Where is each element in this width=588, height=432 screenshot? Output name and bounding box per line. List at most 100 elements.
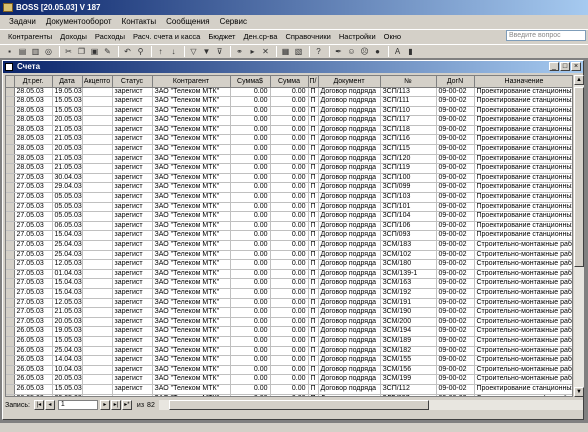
table-cell[interactable]: 0.00 xyxy=(230,288,271,299)
table-cell[interactable]: 26.05.03 xyxy=(14,384,53,395)
table-cell[interactable]: Проектирование станционных соор xyxy=(474,384,572,395)
table-cell[interactable]: 09-00-02 xyxy=(436,288,475,299)
table-cell[interactable]: Проектирование станционных соор xyxy=(474,163,572,174)
table-cell[interactable]: 25.04.03 xyxy=(52,250,83,261)
table-cell[interactable]: 28.05.03 xyxy=(14,115,53,126)
table-cell[interactable]: 0.00 xyxy=(230,221,271,232)
table-cell[interactable]: ЗСМ/191 xyxy=(380,298,437,309)
table-cell[interactable]: Строительно-монтажные работы по xyxy=(474,298,572,309)
table-cell[interactable]: П xyxy=(308,384,319,395)
row-selector[interactable] xyxy=(6,87,15,98)
table-cell[interactable]: ЗСМ/194 xyxy=(380,326,437,337)
table-cell[interactable]: 09-00-02 xyxy=(436,125,475,136)
table-cell[interactable]: Проектирование станционных соор xyxy=(474,115,572,126)
table-cell[interactable]: 09-00-02 xyxy=(436,192,475,203)
table-cell[interactable]: 21.05.03 xyxy=(52,134,83,146)
nav-expenses[interactable]: Расходы xyxy=(91,30,129,43)
table-cell[interactable]: 0.00 xyxy=(230,192,271,203)
close-button[interactable]: × xyxy=(571,62,581,71)
table-cell[interactable]: 0.00 xyxy=(270,182,309,194)
table-cell[interactable]: 0.00 xyxy=(230,87,271,98)
table-cell[interactable]: 09-00-02 xyxy=(436,269,475,280)
table-cell[interactable]: 0.00 xyxy=(230,307,271,318)
table-cell[interactable]: 09-00-02 xyxy=(436,221,475,232)
table-cell[interactable]: 09-00-02 xyxy=(436,134,475,146)
table-cell[interactable] xyxy=(82,87,113,98)
menu-contacts[interactable]: Контакты xyxy=(117,15,162,29)
table-row[interactable]: 27.05.03 29.04.03 зарегист ЗАО "Телеком МТК… xyxy=(6,182,572,194)
row-selector[interactable] xyxy=(6,144,15,155)
table-cell[interactable]: 0.00 xyxy=(230,355,271,366)
table-cell[interactable]: ЗСП/120 xyxy=(380,154,437,165)
table-cell[interactable]: 0.00 xyxy=(270,288,309,299)
table-cell[interactable]: ЗАО "Телеком МТК" xyxy=(152,230,231,241)
table-cell[interactable]: П xyxy=(308,307,319,318)
table-cell[interactable]: ЗАО "Телеком МТК" xyxy=(152,134,231,146)
table-cell[interactable]: ЗАО "Телеком МТК" xyxy=(152,163,231,174)
table-cell[interactable]: Договор подряда xyxy=(318,365,381,376)
table-cell[interactable]: зарегист xyxy=(112,278,153,289)
nav-accounts-cash[interactable]: Расч. счета и касса xyxy=(129,30,204,43)
table-cell[interactable]: зарегист xyxy=(112,317,153,328)
table-cell[interactable]: Договор подряда xyxy=(318,355,381,366)
table-cell[interactable]: Договор подряда xyxy=(318,134,381,146)
table-cell[interactable]: 19.05.03 xyxy=(52,326,83,337)
row-selector[interactable] xyxy=(6,230,15,241)
table-cell[interactable]: 0.00 xyxy=(270,134,309,146)
table-cell[interactable]: Договор подряда xyxy=(318,211,381,222)
row-selector[interactable] xyxy=(6,154,15,165)
table-cell[interactable]: зарегист xyxy=(112,307,153,318)
happy-face-icon[interactable]: ☺ xyxy=(346,46,357,57)
table-cell[interactable]: Договор подряда xyxy=(318,230,381,241)
table-cell[interactable]: 0.00 xyxy=(270,355,309,366)
table-cell[interactable]: 0.00 xyxy=(270,259,309,270)
table-cell[interactable] xyxy=(82,144,113,155)
table-row[interactable]: 27.05.03 25.04.03 зарегист ЗАО "Телеком МТК… xyxy=(6,250,572,261)
table-cell[interactable]: ЗСП/101 xyxy=(380,202,437,213)
table-cell[interactable]: Договор подряда xyxy=(318,125,381,136)
nav-settings[interactable]: Настройки xyxy=(335,30,380,43)
table-cell[interactable]: зарегист xyxy=(112,173,153,184)
table-cell[interactable]: П xyxy=(308,278,319,289)
table-cell[interactable]: 26.05.03 xyxy=(14,394,53,396)
table-cell[interactable]: 09-00-02 xyxy=(436,365,475,376)
table-cell[interactable]: 0.00 xyxy=(270,307,309,318)
delete-record-icon[interactable]: ✕ xyxy=(260,46,271,57)
table-cell[interactable]: Договор подряда xyxy=(318,374,381,385)
table-cell[interactable] xyxy=(82,163,113,174)
table-cell[interactable]: П xyxy=(308,230,319,241)
new-object-icon[interactable]: ▧ xyxy=(293,46,304,57)
table-cell[interactable]: ЗСП/100 xyxy=(380,173,437,184)
table-cell[interactable]: Договор подряда xyxy=(318,250,381,261)
table-cell[interactable]: 25.04.03 xyxy=(52,346,83,357)
table-cell[interactable]: П xyxy=(308,346,319,357)
table-cell[interactable]: 26.05.03 xyxy=(14,355,53,366)
table-cell[interactable]: Строительно-монтажные работы по xyxy=(474,278,572,289)
table-cell[interactable]: П xyxy=(308,288,319,299)
table-cell[interactable]: 09-00-02 xyxy=(436,87,475,98)
table-cell[interactable]: П xyxy=(308,394,319,396)
table-cell[interactable] xyxy=(82,134,113,146)
table-row[interactable]: 26.05.03 14.04.03 зарегист ЗАО "Телеком МТК… xyxy=(6,355,572,366)
table-cell[interactable]: 27.05.03 xyxy=(14,240,53,251)
nav-funds[interactable]: Ден.ср-ва xyxy=(239,30,281,43)
table-cell[interactable]: 28.05.03 xyxy=(14,163,53,174)
table-row[interactable]: 28.05.03 21.05.03 зарегист ЗАО "Телеком МТК… xyxy=(6,134,572,146)
table-cell[interactable]: ЗАО "Телеком МТК" xyxy=(152,288,231,299)
table-cell[interactable]: 27.05.03 xyxy=(14,230,53,241)
table-cell[interactable]: 28.05.03 xyxy=(14,134,53,146)
table-row[interactable]: 27.05.03 01.04.03 зарегист ЗАО "Телеком МТК… xyxy=(6,269,572,280)
table-cell[interactable]: 0.00 xyxy=(230,134,271,146)
table-cell[interactable]: 09-00-02 xyxy=(436,163,475,174)
table-cell[interactable]: ЗАО "Телеком МТК" xyxy=(152,259,231,270)
table-cell[interactable]: 29.05.03 xyxy=(52,394,83,396)
column-header[interactable]: Дата xyxy=(52,76,83,88)
table-cell[interactable]: ЗАО "Телеком МТК" xyxy=(152,240,231,251)
table-cell[interactable]: ЗАО "Телеком МТК" xyxy=(152,87,231,98)
table-cell[interactable]: 0.00 xyxy=(270,394,309,396)
table-row[interactable]: 27.05.03 25.04.03 зарегист ЗАО "Телеком МТК… xyxy=(6,240,572,251)
table-row[interactable]: 26.05.03 15.05.03 зарегист ЗАО "Телеком МТК… xyxy=(6,384,572,395)
row-selector[interactable] xyxy=(6,173,15,184)
table-cell[interactable]: 0.00 xyxy=(230,326,271,337)
table-cell[interactable]: 25.04.03 xyxy=(52,240,83,251)
